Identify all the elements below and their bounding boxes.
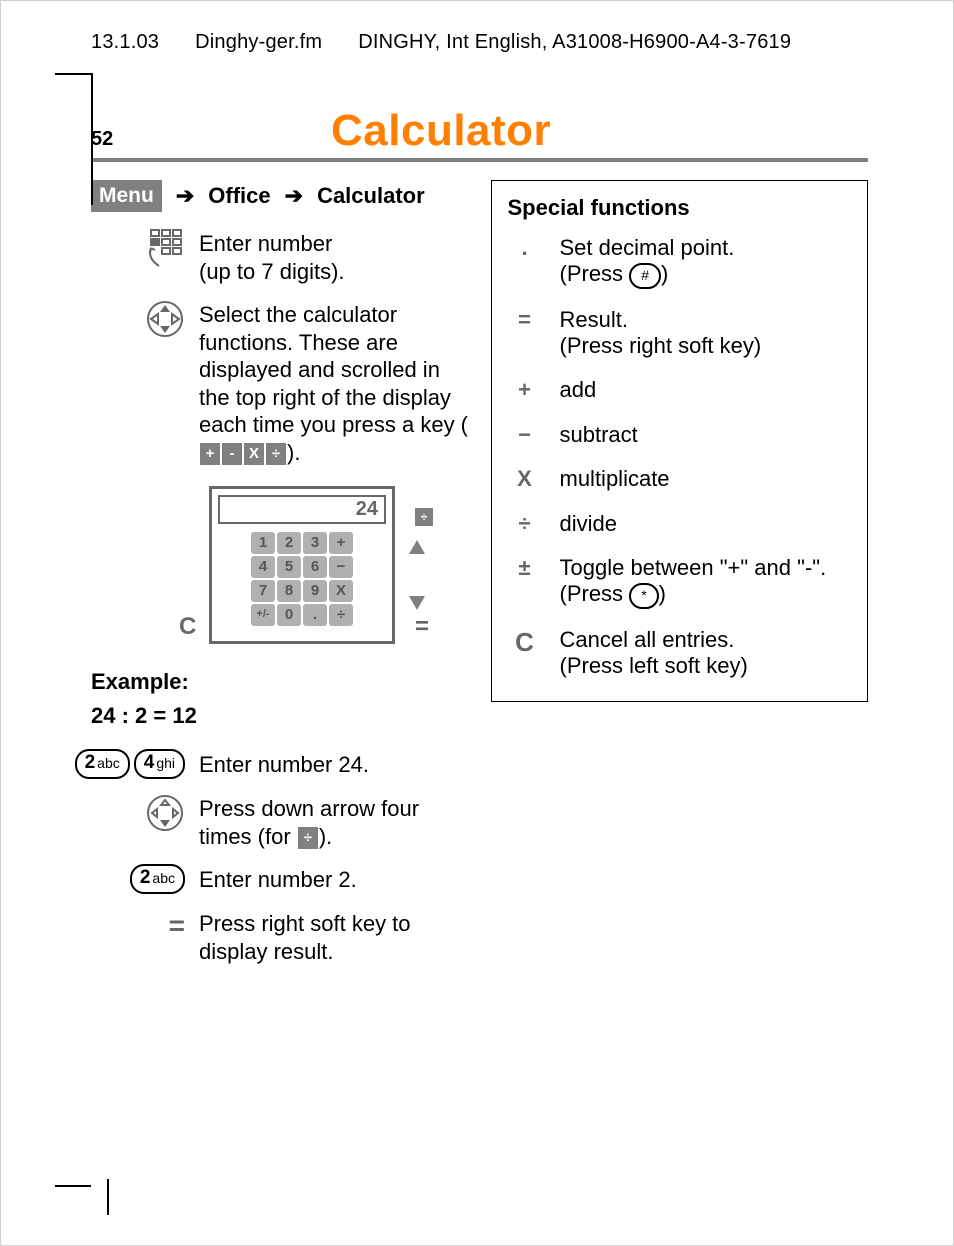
breadcrumb: Menu ➔ Office ➔ Calculator xyxy=(91,180,469,212)
soft-key-c: C xyxy=(179,612,196,642)
sf-symbol: X xyxy=(508,466,542,492)
page-number: 52 xyxy=(91,128,331,151)
example-step-text: Enter number 24. xyxy=(199,749,369,779)
instruction-select-function: Select the calculator functions. These a… xyxy=(199,299,469,466)
keypad-icon xyxy=(91,228,185,285)
key: 4 xyxy=(251,556,275,578)
menu-chip: Menu xyxy=(91,180,162,212)
left-column: Menu ➔ Office ➔ Calculator Enter number … xyxy=(91,180,469,979)
sf-text: Toggle between "+" and "-". (Press *) xyxy=(560,555,852,609)
up-arrow-icon xyxy=(409,540,425,554)
page-title: Calculator xyxy=(331,106,551,156)
key-4ghi: 4ghi xyxy=(134,749,185,779)
sf-text: subtract xyxy=(560,422,852,448)
sf-text: Cancel all entries. (Press left soft key… xyxy=(560,627,852,680)
sf-symbol: . xyxy=(508,235,542,289)
crop-mark xyxy=(55,1185,91,1187)
document-header: 13.1.03 Dinghy-ger.fm DINGHY, Int Englis… xyxy=(91,31,868,54)
key: X xyxy=(329,580,353,602)
divide-icon: ÷ xyxy=(298,827,318,849)
example-heading: Example: xyxy=(91,668,469,696)
divide-icon: ÷ xyxy=(266,443,286,465)
arrow-icon: ➔ xyxy=(176,182,194,210)
key: 0 xyxy=(277,604,301,626)
key: 2 xyxy=(277,532,301,554)
soft-key-equals: = xyxy=(415,612,429,642)
sf-symbol: − xyxy=(508,422,542,448)
key: 3 xyxy=(303,532,327,554)
star-key-icon: * xyxy=(629,583,658,609)
title-row: 52 Calculator xyxy=(91,106,868,162)
key: . xyxy=(303,604,327,626)
special-functions-box: Special functions . Set decimal point. (… xyxy=(491,180,869,702)
key: 8 xyxy=(277,580,301,602)
sf-text: divide xyxy=(560,511,852,537)
nav-key-icon xyxy=(91,793,185,850)
breadcrumb-calculator: Calculator xyxy=(317,182,425,210)
calc-display: 24 xyxy=(218,495,386,524)
sf-text: add xyxy=(560,377,852,403)
header-docid: DINGHY, Int English, A31008-H6900-A4-3-7… xyxy=(358,31,791,54)
key: − xyxy=(329,556,353,578)
nav-key-icon xyxy=(91,299,185,466)
right-column: Special functions . Set decimal point. (… xyxy=(491,180,869,979)
key: 9 xyxy=(303,580,327,602)
special-functions-title: Special functions xyxy=(508,195,852,221)
key: +/- xyxy=(251,604,275,626)
sf-symbol: = xyxy=(508,307,542,360)
key: 5 xyxy=(277,556,301,578)
key: 6 xyxy=(303,556,327,578)
times-icon: X xyxy=(244,443,264,465)
crop-mark xyxy=(55,73,93,205)
sf-text: multiplicate xyxy=(560,466,852,492)
sf-symbol: ÷ xyxy=(508,511,542,537)
crop-mark xyxy=(107,1179,109,1215)
calc-keypad: 1 2 3 + 4 5 6 − 7 8 xyxy=(218,532,386,626)
instruction-enter-number: Enter number (up to 7 digits). xyxy=(199,228,345,285)
sf-text: Result. (Press right soft key) xyxy=(560,307,852,360)
plus-icon: + xyxy=(200,443,220,465)
key-2abc: 2abc xyxy=(75,749,130,779)
example-expression: 24 : 2 = 12 xyxy=(91,702,469,730)
equals-icon: = xyxy=(91,908,185,965)
hash-key-icon: # xyxy=(629,263,661,289)
operator-chip: ÷ xyxy=(415,508,433,526)
key: ÷ xyxy=(329,604,353,626)
page-container: 13.1.03 Dinghy-ger.fm DINGHY, Int Englis… xyxy=(0,0,954,1246)
sf-text: Set decimal point. (Press #) xyxy=(560,235,852,289)
example-step-text: Enter number 2. xyxy=(199,864,357,894)
sf-symbol: ± xyxy=(508,555,542,609)
sf-symbol: + xyxy=(508,377,542,403)
example-step-text: Press down arrow four times (for ÷). xyxy=(199,793,469,850)
header-date: 13.1.03 xyxy=(91,31,159,54)
key: 1 xyxy=(251,532,275,554)
header-filename: Dinghy-ger.fm xyxy=(195,31,322,54)
arrow-icon: ➔ xyxy=(285,182,303,210)
key: + xyxy=(329,532,353,554)
down-arrow-icon xyxy=(409,596,425,610)
key-2abc: 2abc xyxy=(130,864,185,894)
sf-symbol: C xyxy=(508,627,542,680)
example-step-text: Press right soft key to display result. xyxy=(199,908,469,965)
calculator-screenshot: ÷ C = 24 1 2 3 + 4 xyxy=(209,486,429,644)
minus-icon: - xyxy=(222,443,242,465)
key: 7 xyxy=(251,580,275,602)
breadcrumb-office: Office xyxy=(208,182,270,210)
